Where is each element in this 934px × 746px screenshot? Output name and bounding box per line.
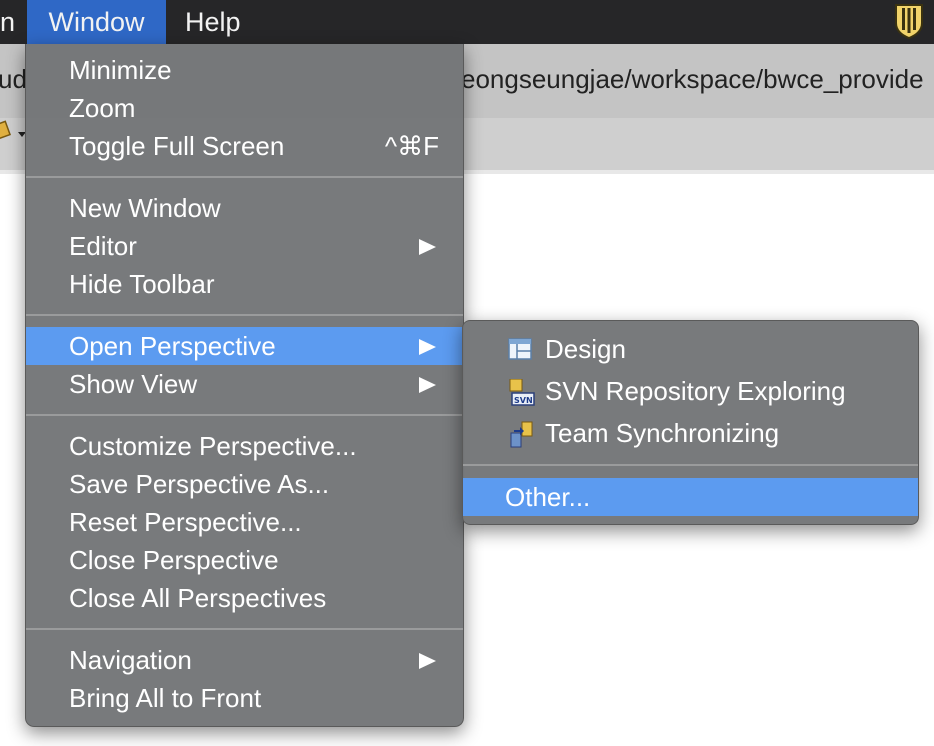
submenu-arrow-icon — [419, 239, 436, 255]
submenu-arrow-icon — [419, 339, 436, 355]
window-menu: Minimize Zoom Toggle Full Screen ^⌘F New… — [25, 44, 464, 727]
menu-item-label: Hide Toolbar — [69, 269, 215, 299]
menu-item-hide-toolbar[interactable]: Hide Toolbar — [26, 265, 463, 303]
menu-item-toggle-full-screen[interactable]: Toggle Full Screen ^⌘F — [26, 127, 463, 165]
menubar-item-window[interactable]: Window — [27, 0, 166, 44]
menu-item-open-perspective[interactable]: Open Perspective — [26, 327, 463, 365]
menu-separator — [26, 628, 463, 630]
submenu-item-svn-repository-exploring[interactable]: SVN SVN Repository Exploring — [463, 370, 918, 412]
menu-item-reset-perspective[interactable]: Reset Perspective... — [26, 503, 463, 541]
menu-bar: n Window Help — [0, 0, 934, 44]
submenu-arrow-icon — [419, 653, 436, 669]
shortcut-label: ^⌘F — [384, 131, 439, 161]
menu-item-label: Customize Perspective... — [69, 431, 357, 461]
menu-item-label: Toggle Full Screen — [69, 131, 285, 161]
menu-item-new-window[interactable]: New Window — [26, 189, 463, 227]
menu-item-editor[interactable]: Editor — [26, 227, 463, 265]
menubar-item-partial[interactable]: n — [0, 0, 23, 44]
menu-item-show-view[interactable]: Show View — [26, 365, 463, 403]
menu-item-label: Close Perspective — [69, 545, 279, 575]
team-sync-icon — [510, 421, 533, 448]
menu-separator — [26, 314, 463, 316]
menu-item-label: Close All Perspectives — [69, 583, 327, 613]
menu-item-label: Reset Perspective... — [69, 507, 302, 537]
shield-status-icon[interactable] — [893, 3, 925, 39]
menu-item-label: New Window — [69, 193, 221, 223]
menu-item-label: Bring All to Front — [69, 683, 262, 713]
window-title-path: eongseungjae/workspace/bwce_provide — [461, 64, 924, 94]
menu-item-label: Navigation — [69, 645, 192, 675]
submenu-item-label: SVN Repository Exploring — [545, 376, 846, 406]
menu-item-minimize[interactable]: Minimize — [26, 51, 463, 89]
svn-repository-icon: SVN — [509, 379, 535, 406]
menu-item-navigation[interactable]: Navigation — [26, 641, 463, 679]
menu-item-label: Minimize — [69, 55, 172, 85]
menu-item-close-perspective[interactable]: Close Perspective — [26, 541, 463, 579]
svg-text:SVN: SVN — [514, 396, 533, 405]
menu-item-bring-all-to-front[interactable]: Bring All to Front — [26, 679, 463, 717]
menu-item-close-all-perspectives[interactable]: Close All Perspectives — [26, 579, 463, 617]
menu-item-zoom[interactable]: Zoom — [26, 89, 463, 127]
menubar-item-help[interactable]: Help — [185, 0, 241, 44]
menu-item-label: Open Perspective — [69, 331, 276, 361]
submenu-item-other[interactable]: Other... — [463, 478, 918, 516]
submenu-item-label: Other... — [505, 482, 591, 512]
menu-item-label: Show View — [69, 369, 198, 399]
menu-item-label: Save Perspective As... — [69, 469, 330, 499]
submenu-separator — [463, 464, 918, 466]
submenu-item-design[interactable]: Design — [463, 328, 918, 370]
submenu-item-label: Design — [545, 334, 626, 364]
menu-item-label: Zoom — [69, 93, 136, 123]
menu-item-label: Editor — [69, 231, 137, 261]
open-perspective-submenu: Design SVN SVN Repository Exploring Team… — [462, 320, 919, 525]
submenu-item-team-synchronizing[interactable]: Team Synchronizing — [463, 412, 918, 454]
toolbar-tool-icon[interactable] — [0, 119, 28, 149]
design-grid-icon — [508, 338, 532, 360]
menu-separator — [26, 176, 463, 178]
menu-item-customize-perspective[interactable]: Customize Perspective... — [26, 427, 463, 465]
menu-separator — [26, 414, 463, 416]
menu-item-save-perspective-as[interactable]: Save Perspective As... — [26, 465, 463, 503]
submenu-item-label: Team Synchronizing — [545, 418, 780, 448]
submenu-arrow-icon — [419, 377, 436, 393]
